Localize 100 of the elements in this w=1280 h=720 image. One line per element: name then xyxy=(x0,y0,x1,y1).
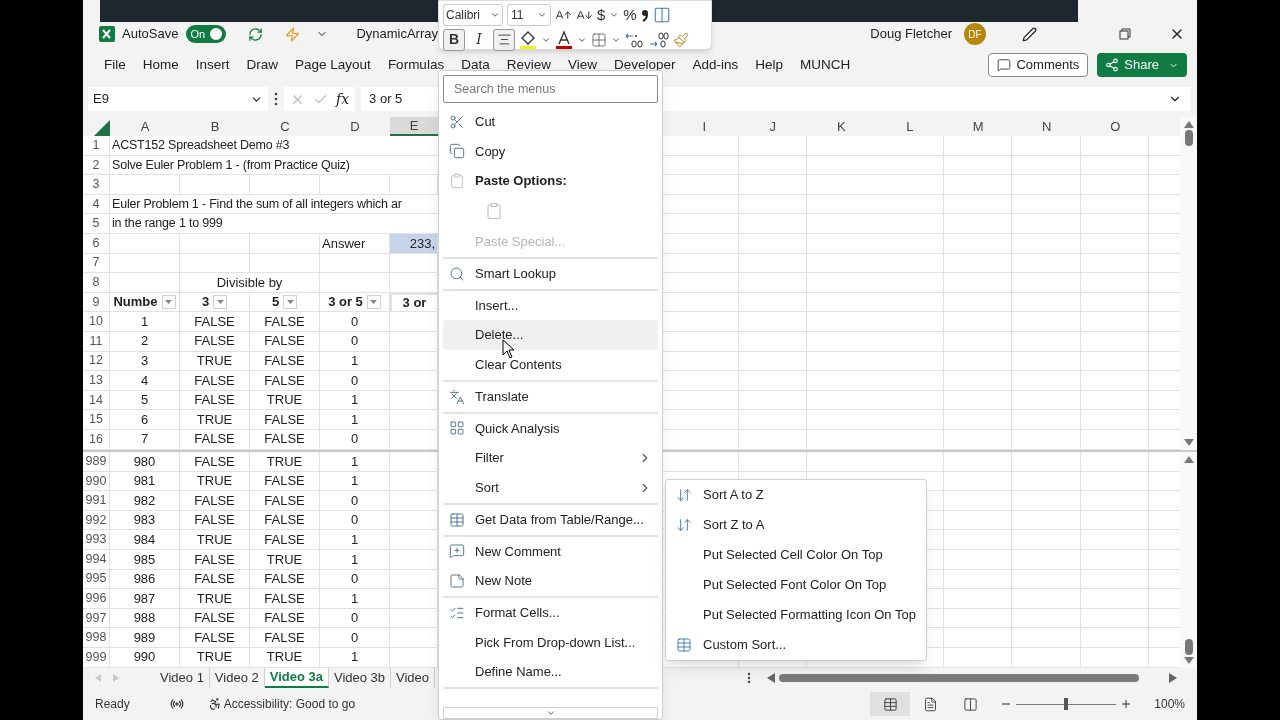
menu-search-field[interactable]: Search the menus xyxy=(443,75,658,103)
cell-text: FALSE xyxy=(194,570,235,589)
row-header[interactable]: 998 xyxy=(83,628,110,648)
row-header[interactable]: 15 xyxy=(83,410,110,430)
cell-text: FALSE xyxy=(194,511,235,530)
menu-item[interactable]: Put Selected Font Color On Top xyxy=(670,570,922,600)
menu-item[interactable]: Get Data from Table/Range... xyxy=(443,504,658,537)
column-header[interactable]: N xyxy=(1012,117,1081,136)
cell-text: 981 xyxy=(133,472,156,491)
menu-item[interactable]: Put Selected Formatting Icon On Top xyxy=(670,600,922,630)
cell-text: 1 xyxy=(350,352,359,371)
row-header[interactable]: 996 xyxy=(83,589,110,609)
bold-button[interactable]: B xyxy=(443,28,465,51)
ribbon-tab[interactable]: Draw xyxy=(246,54,279,76)
row-header[interactable]: 991 xyxy=(83,491,110,511)
cell-text: 985 xyxy=(133,550,156,569)
cell-text: FALSE xyxy=(264,352,305,371)
cell-text: TRUE xyxy=(196,589,233,608)
column-header[interactable]: L xyxy=(875,117,944,136)
menu-item[interactable]: Sort A to Z xyxy=(670,480,922,510)
menu-item[interactable]: Define Name... xyxy=(443,657,658,689)
column-header[interactable]: O xyxy=(1081,117,1150,136)
menu-item[interactable]: Format Cells... xyxy=(443,598,658,628)
ribbon-tab[interactable]: File xyxy=(104,54,126,76)
insert-function-button[interactable]: fx xyxy=(336,88,350,110)
accessibility-status[interactable]: Accessibility: Good to go xyxy=(223,695,356,713)
share-button[interactable]: Share xyxy=(1097,53,1187,77)
row-header[interactable]: 993 xyxy=(83,530,110,550)
cell-text: TRUE xyxy=(196,352,233,371)
menu-item[interactable]: Sort xyxy=(443,472,658,505)
sheet-tab[interactable]: Video 1 xyxy=(155,668,210,688)
row-header[interactable]: 8 xyxy=(83,273,110,293)
column-header[interactable]: I xyxy=(670,117,739,136)
menu-item[interactable]: New Note xyxy=(443,566,658,598)
currency-button[interactable]: $ xyxy=(597,4,606,27)
row-header[interactable]: 1 xyxy=(83,136,110,156)
name-box[interactable]: E9 xyxy=(88,87,268,111)
column-heading: 5 xyxy=(271,293,280,312)
column-header[interactable]: A xyxy=(110,117,180,136)
ribbon-tab[interactable]: Add-ins xyxy=(692,54,739,76)
percent-button[interactable]: % xyxy=(623,4,637,27)
cell-text: FALSE xyxy=(264,312,305,331)
column-header[interactable]: D xyxy=(320,117,390,136)
row-header[interactable]: 989 xyxy=(83,452,110,472)
comments-button[interactable]: Comments xyxy=(988,53,1089,77)
menu-item[interactable]: Insert... xyxy=(443,290,658,320)
menu-item[interactable]: Custom Sort... xyxy=(670,630,922,660)
column-header[interactable]: B xyxy=(180,117,250,136)
menu-item[interactable]: Delete... xyxy=(443,320,658,350)
ribbon-tab[interactable]: Home xyxy=(142,54,179,76)
column-header[interactable]: J xyxy=(738,117,807,136)
row-header[interactable]: 13 xyxy=(83,371,110,391)
menu-item[interactable]: New Comment xyxy=(443,536,658,566)
menu-item[interactable]: Smart Lookup xyxy=(443,258,658,291)
menu-item[interactable]: Put Selected Cell Color On Top xyxy=(670,540,922,570)
cell-text: 233, xyxy=(409,234,435,253)
ribbon-tab[interactable]: Insert xyxy=(195,54,230,76)
status-text: Ready xyxy=(95,696,130,713)
sheet-tab[interactable]: Video 3b xyxy=(328,668,392,688)
zoom-level[interactable]: 100% xyxy=(1154,695,1185,713)
menu-item[interactable]: Filter xyxy=(443,443,658,473)
column-heading: 3 or 5 xyxy=(328,293,363,312)
cell-text: FALSE xyxy=(264,430,305,449)
row-header[interactable]: 3 xyxy=(83,175,110,195)
sheet-tab[interactable]: Video 2 xyxy=(209,668,265,688)
ribbon-tab[interactable]: Page Layout xyxy=(295,54,371,76)
column-header[interactable]: K xyxy=(807,117,876,136)
column-heading: Numbe xyxy=(113,293,158,312)
cell-text: 0 xyxy=(350,511,359,530)
sheet-tab[interactable]: Video 3a xyxy=(264,668,329,688)
ribbon-tab[interactable]: MUNCH xyxy=(800,54,851,76)
menu-heading: Paste Options: xyxy=(475,172,567,190)
font-dropdown[interactable]: Calibri xyxy=(443,4,503,27)
cell-text: 986 xyxy=(133,570,156,589)
cell-text: 3 xyxy=(140,352,149,371)
cell-text: 983 xyxy=(133,511,156,530)
cell-text: FALSE xyxy=(264,511,305,530)
autosave-toggle[interactable]: On xyxy=(186,25,227,43)
row-header[interactable]: 5 xyxy=(83,214,110,234)
row-header[interactable]: 10 xyxy=(83,312,110,332)
menu-item[interactable]: Copy xyxy=(443,136,658,166)
cell-text: TRUE xyxy=(266,550,303,569)
cell-text: 0 xyxy=(350,570,359,589)
sheet-tab[interactable]: Video xyxy=(391,668,436,688)
ribbon-tab[interactable]: Help xyxy=(755,54,784,76)
column-header[interactable]: E xyxy=(390,117,438,136)
italic-button[interactable]: I xyxy=(469,28,489,51)
menu-item[interactable]: Pick From Drop-down List... xyxy=(443,627,658,657)
column-header[interactable]: C xyxy=(250,117,320,136)
cell-text: 0 xyxy=(350,609,359,628)
font-size-dropdown[interactable]: 11 xyxy=(507,4,551,27)
ribbon-tab[interactable]: Formulas xyxy=(387,54,445,76)
menu-item[interactable]: Quick Analysis xyxy=(443,413,658,443)
cell-text: 7 xyxy=(140,430,149,449)
cell-text: FALSE xyxy=(194,371,235,390)
column-header[interactable]: M xyxy=(944,117,1013,136)
menu-item[interactable]: Sort Z to A xyxy=(670,510,922,540)
cell-text: FALSE xyxy=(264,410,305,429)
cell-text: 0 xyxy=(350,628,359,647)
menu-item[interactable]: Translate xyxy=(443,381,658,414)
